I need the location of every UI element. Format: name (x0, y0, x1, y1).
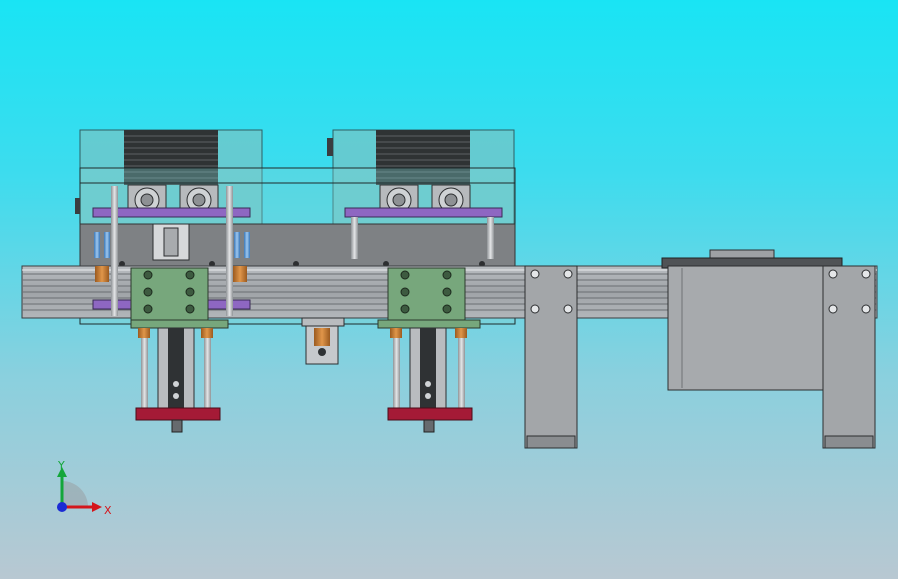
z-axis-dot-icon (57, 502, 67, 512)
axis-triad[interactable] (40, 455, 120, 535)
y-axis-label: Y (58, 459, 65, 472)
x-axis-label: X (104, 504, 112, 517)
center-sensor[interactable] (301, 317, 345, 365)
mounting-plate[interactable] (79, 223, 516, 269)
assembly-model[interactable] (0, 0, 898, 579)
end-motor-housing[interactable] (661, 249, 843, 391)
support-leg-right[interactable] (822, 265, 876, 449)
triad-arc-icon (62, 481, 88, 507)
support-leg-left[interactable] (524, 265, 578, 449)
cad-viewport[interactable]: X Y (0, 0, 898, 579)
